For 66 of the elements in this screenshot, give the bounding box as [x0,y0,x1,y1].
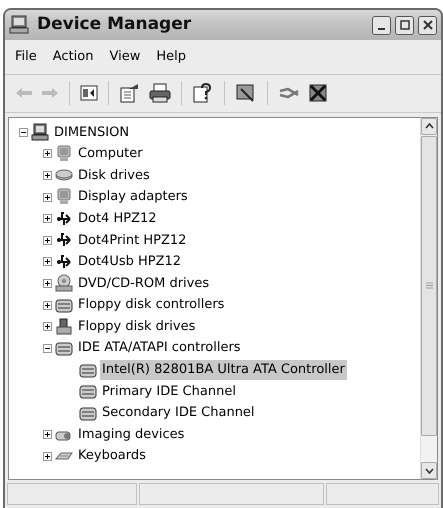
plus-icon [44,452,51,460]
plus-icon [44,323,51,330]
collapse-button[interactable] [19,128,28,137]
tree-item[interactable]: Secondary IDE Channel [100,403,257,423]
expand-button[interactable] [43,452,52,461]
tree-item[interactable]: Floppy disk drives [76,316,198,336]
monitor-icon [55,144,73,163]
computer-icon [9,15,31,35]
collapse-button[interactable] [43,344,52,353]
expand-button[interactable] [43,149,52,158]
scrollbar-thumb[interactable] [421,136,437,436]
maximize-button[interactable] [395,16,414,34]
tree-item[interactable]: Dot4 HPZ12 [76,208,159,228]
plus-icon [44,236,51,244]
plus-icon [44,215,51,222]
scroll-down-button[interactable] [421,462,437,479]
menu-item[interactable]: Help [150,44,192,70]
maximize-icon [400,20,410,30]
monitor-icon [55,188,73,206]
tree-item[interactable]: Computer [76,144,145,164]
tree-item[interactable]: Primary IDE Channel [100,382,238,402]
scroll-up-button[interactable] [421,118,437,134]
expand-button[interactable] [43,192,52,202]
plus-icon [44,280,51,287]
tree-item[interactable]: DVD/CD-ROM drives [76,274,212,294]
tree-item[interactable]: IDE ATA/ATAPI controllers [76,338,243,358]
plus-icon [44,431,51,438]
tree-item[interactable]: DIMENSION [52,122,132,142]
printer-icon[interactable] [147,81,173,105]
plus-icon [44,258,51,266]
plus-icon [44,172,51,179]
tree-item[interactable]: Dot4Print HPZ12 [76,230,188,250]
window-title: Device Manager [37,13,192,36]
expand-button[interactable] [43,214,52,224]
expand-button[interactable] [43,236,52,245]
chevron-down-icon [424,468,434,474]
menu-item[interactable]: File [9,44,43,70]
tree-item[interactable]: Floppy disk controllers [76,295,226,315]
close-icon [422,20,432,30]
expand-button[interactable] [43,170,52,180]
floppy-drive-icon [55,318,73,336]
plus-icon [44,150,51,158]
usb-icon [55,252,73,271]
computer-icon [31,123,49,142]
tree-item[interactable]: Keyboards [76,446,148,466]
minimize-button[interactable] [372,16,391,34]
usb-icon [55,210,73,228]
tree-item[interactable]: Display adapters [76,187,190,207]
expand-button[interactable] [43,430,52,440]
tree-item[interactable]: Intel(R) 82801BA Ultra ATA Controller [100,360,347,380]
tree-item[interactable]: Imaging devices [76,424,186,444]
menu-item[interactable]: Action [46,44,100,70]
minimize-icon [378,28,385,30]
expand-button[interactable] [43,300,52,310]
menu-item[interactable]: View [103,44,146,70]
close-button[interactable] [418,16,437,34]
disc-drive-icon [55,274,73,292]
plus-icon [44,302,51,309]
tree-item[interactable]: Dot4Usb HPZ12 [76,252,184,272]
expand-button[interactable] [43,257,52,266]
console-tree-icon[interactable] [78,83,100,103]
chevron-up-icon [424,123,434,129]
plus-icon [44,194,51,201]
expand-button[interactable] [43,278,52,288]
tree-item[interactable]: Disk drives [76,166,152,186]
expand-button[interactable] [43,322,52,332]
